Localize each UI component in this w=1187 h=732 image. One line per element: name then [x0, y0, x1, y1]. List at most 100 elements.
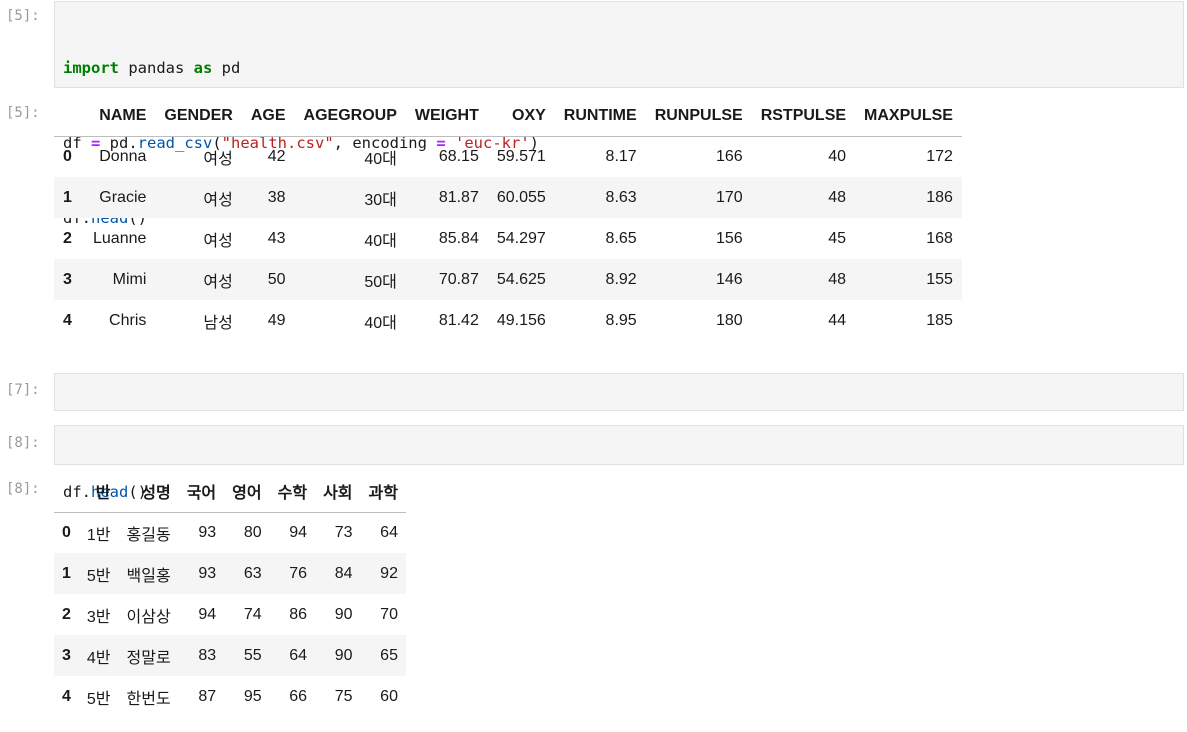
table-cell: 81.87 — [438, 188, 479, 206]
table-cell: 50 — [267, 270, 286, 288]
column-header: 국어 — [178, 471, 225, 513]
table-cell: 남성 — [203, 314, 233, 332]
row-index: 0 — [63, 147, 72, 165]
table-cell: 65 — [380, 646, 398, 664]
table-row: 3 4반 정말로 83 55 64 90 65 — [54, 635, 406, 676]
code-line-1: import pandas as pd — [63, 56, 1175, 81]
column-header: 성명 — [118, 471, 179, 513]
table-cell: 81.42 — [438, 311, 479, 329]
table-cell: 홍길동 — [126, 526, 171, 544]
column-header: RUNPULSE — [645, 96, 752, 137]
table-cell: 84 — [334, 564, 353, 582]
table-cell: 146 — [716, 270, 743, 288]
column-header: 과학 — [360, 471, 406, 513]
column-header: WEIGHT — [405, 96, 488, 137]
row-index: 4 — [63, 311, 72, 329]
row-index: 1 — [63, 188, 72, 206]
table-cell: 55 — [243, 646, 262, 664]
table-cell: 4반 — [86, 649, 111, 667]
table-cell: Chris — [109, 311, 147, 329]
row-index: 2 — [62, 605, 71, 623]
table-cell: 64 — [380, 523, 398, 541]
index-header — [54, 96, 84, 137]
input-prompt-5: [5]: — [6, 8, 40, 24]
table-row: 3 Mimi 여성 50 50대 70.87 54.625 8.92 146 48 155 — [54, 259, 962, 300]
table-header-row: NAME GENDER AGE AGEGROUP WEIGHT OXY RUNT… — [54, 96, 962, 137]
table-cell: 54.625 — [496, 270, 546, 288]
table-cell: 90 — [334, 646, 353, 664]
table-cell: Donna — [99, 147, 147, 165]
row-index: 2 — [63, 229, 72, 247]
table-cell: Mimi — [112, 270, 147, 288]
table-cell: 48 — [828, 270, 847, 288]
row-index: 3 — [63, 270, 72, 288]
row-index: 0 — [62, 523, 71, 541]
table-cell: 63 — [243, 564, 262, 582]
table-cell: 186 — [926, 188, 953, 206]
table-cell: 59.571 — [496, 147, 546, 165]
table-cell: 73 — [334, 523, 353, 541]
table-row: 4 Chris 남성 49 40대 81.42 49.156 8.95 180 44 185 — [54, 300, 962, 341]
table-cell: 42 — [267, 147, 286, 165]
table-header-row: 반 성명 국어 영어 수학 사회 과학 — [54, 471, 406, 513]
table-cell: 94 — [289, 523, 308, 541]
table-cell: 93 — [198, 523, 217, 541]
table-cell: 50대 — [364, 273, 397, 291]
table-cell: 60 — [380, 687, 398, 705]
table-cell: 8.17 — [605, 147, 637, 165]
table-cell: 166 — [716, 147, 743, 165]
table-cell: 76 — [289, 564, 308, 582]
table-cell: 여성 — [203, 273, 233, 291]
column-header: GENDER — [155, 96, 242, 137]
input-prompt-7: [7]: — [6, 382, 40, 398]
table-cell: 86 — [289, 605, 308, 623]
table-cell: 40 — [828, 147, 847, 165]
table-cell: 90 — [334, 605, 353, 623]
column-header: 사회 — [315, 471, 361, 513]
table-cell: 64 — [289, 646, 308, 664]
table-row: 4 5반 한번도 87 95 66 75 60 — [54, 676, 406, 717]
table-cell: 83 — [198, 646, 217, 664]
table-cell: 85.84 — [438, 229, 479, 247]
table-row: 2 Luanne 여성 43 40대 85.84 54.297 8.65 156 45 168 — [54, 218, 962, 259]
table-cell: 60.055 — [496, 188, 546, 206]
row-index: 1 — [62, 564, 71, 582]
row-index: 3 — [62, 646, 71, 664]
table-cell: 70.87 — [438, 270, 479, 288]
table-cell: Gracie — [99, 188, 147, 206]
table-cell: 여성 — [203, 232, 233, 250]
column-header: RSTPULSE — [751, 96, 856, 137]
table-cell: 43 — [267, 229, 286, 247]
table-cell: 156 — [716, 229, 743, 247]
table-cell: 3반 — [86, 608, 111, 626]
table-row: 0 1반 홍길동 93 80 94 73 64 — [54, 512, 406, 553]
table-cell: 44 — [828, 311, 847, 329]
code-token: as — [193, 59, 213, 77]
table-cell: 45 — [828, 229, 847, 247]
table-cell: 155 — [926, 270, 953, 288]
table-cell: 185 — [926, 311, 953, 329]
table-cell: 80 — [243, 523, 262, 541]
table-cell: 백일홍 — [126, 567, 171, 585]
column-header: 영어 — [224, 471, 270, 513]
row-index: 4 — [62, 687, 71, 705]
table-cell: 92 — [380, 564, 398, 582]
column-header: MAXPULSE — [855, 96, 962, 137]
code-cell-head[interactable]: df.head() — [54, 425, 1184, 501]
code-cell-read-excel[interactable]: df = pd.read_excel("grade.xlsx", sheet_n… — [54, 373, 1184, 449]
column-header: 수학 — [269, 471, 316, 513]
table-cell: 30대 — [364, 191, 397, 209]
column-header: OXY — [487, 96, 555, 137]
code-cell-read-csv[interactable]: import pandas as pd df = pd.read_csv("he… — [54, 1, 1184, 227]
table-cell: 66 — [289, 687, 308, 705]
table-cell: 180 — [716, 311, 743, 329]
table-cell: Luanne — [93, 229, 147, 247]
table-cell: 49.156 — [496, 311, 546, 329]
table-cell: 40대 — [364, 232, 397, 250]
table-cell: 75 — [334, 687, 353, 705]
table-cell: 40대 — [364, 314, 397, 332]
table-cell: 5반 — [86, 690, 111, 708]
table-cell: 정말로 — [126, 649, 171, 667]
table-cell: 74 — [243, 605, 262, 623]
column-header: 반 — [78, 471, 119, 513]
